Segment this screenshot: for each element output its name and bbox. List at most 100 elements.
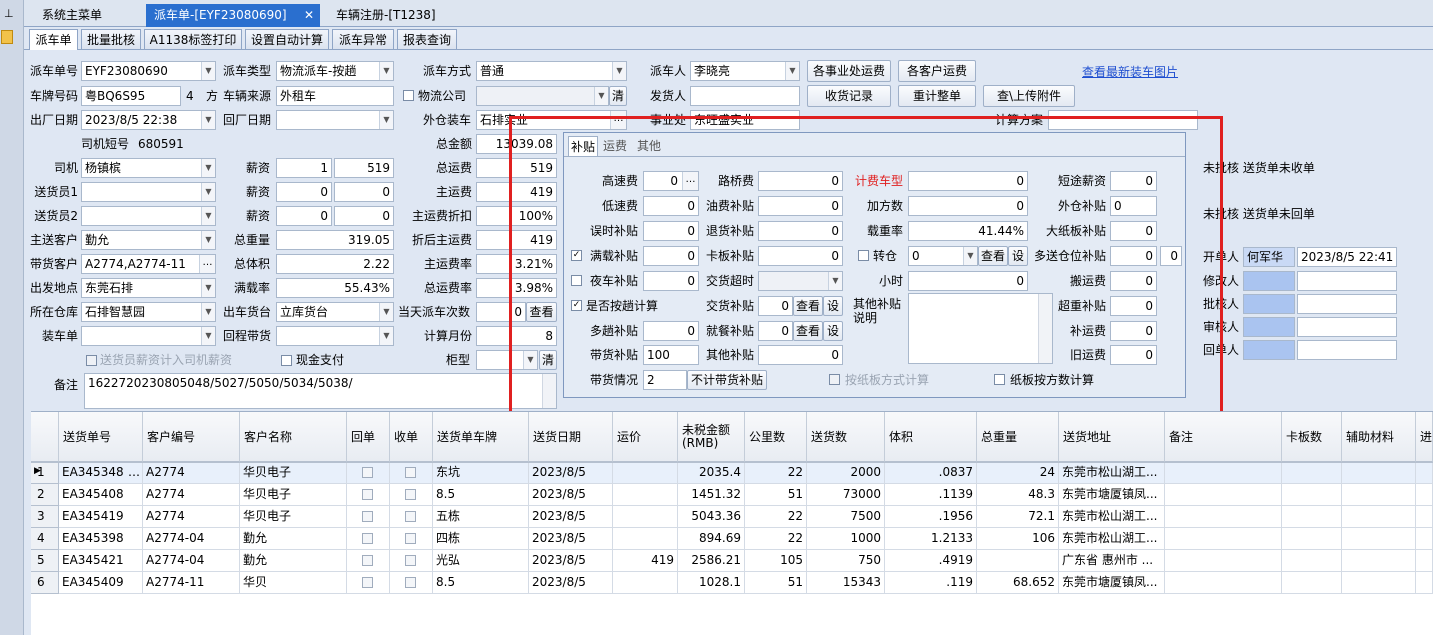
table-cell[interactable]: 24	[977, 462, 1059, 484]
table-cell[interactable]	[1165, 462, 1282, 484]
subtab-report[interactable]: 报表查询	[397, 29, 457, 49]
row-checkbox[interactable]	[405, 577, 416, 588]
deliverer1-salary-b[interactable]: 0	[334, 182, 394, 202]
window-tab-vehicle-register[interactable]: 车辆注册-[T1238]	[328, 5, 444, 25]
table-cell[interactable]	[347, 550, 390, 572]
row-checkbox[interactable]	[405, 533, 416, 544]
row-checkbox[interactable]	[362, 467, 373, 478]
table-cell[interactable]: 五栋	[433, 506, 529, 528]
row-checkbox[interactable]	[362, 489, 373, 500]
table-cell[interactable]: 106	[977, 528, 1059, 550]
dispatch-type-select[interactable]: 物流派车-按趟 ▼	[276, 61, 394, 81]
table-cell[interactable]: 51	[745, 484, 807, 506]
column-header[interactable]: 体积	[885, 412, 977, 462]
table-cell[interactable]	[390, 462, 433, 484]
table-cell[interactable]: 51	[745, 572, 807, 594]
window-tab-main-menu[interactable]: 系统主菜单	[34, 5, 110, 25]
table-cell[interactable]: A2774	[143, 484, 240, 506]
table-cell[interactable]: 750	[807, 550, 885, 572]
column-header[interactable]: 送货数	[807, 412, 885, 462]
table-cell[interactable]	[1282, 462, 1342, 484]
table-cell[interactable]: 894.69	[678, 528, 745, 550]
carry-customer-field[interactable]: A2774,A2774-11…	[81, 254, 216, 274]
table-cell[interactable]: 7500	[807, 506, 885, 528]
table-cell[interactable]: 勤允	[240, 550, 347, 572]
table-cell[interactable]: 8.5	[433, 572, 529, 594]
column-header[interactable]: 总重量	[977, 412, 1059, 462]
row-number[interactable]: 5	[31, 550, 59, 572]
returner-field[interactable]	[1243, 340, 1295, 360]
table-cell[interactable]: .119	[885, 572, 977, 594]
chevron-down-icon[interactable]: ▼	[379, 303, 393, 321]
table-cell[interactable]: A2774	[143, 506, 240, 528]
table-cell[interactable]: 2023/8/5	[529, 528, 613, 550]
table-cell[interactable]: 73000	[807, 484, 885, 506]
chevron-down-icon[interactable]: ▼	[379, 327, 393, 345]
table-cell[interactable]	[347, 572, 390, 594]
table-cell[interactable]	[1282, 528, 1342, 550]
chevron-down-icon[interactable]: ▼	[201, 231, 215, 249]
table-cell[interactable]: 2586.21	[678, 550, 745, 572]
table-cell[interactable]	[1282, 550, 1342, 572]
table-cell[interactable]: 1000	[807, 528, 885, 550]
return-time-field[interactable]	[1297, 340, 1397, 360]
chevron-down-icon[interactable]: ▼	[201, 279, 215, 297]
table-cell[interactable]	[1342, 528, 1416, 550]
table-cell[interactable]: 22	[745, 462, 807, 484]
modify-time-field[interactable]	[1297, 271, 1397, 291]
table-cell[interactable]	[1416, 462, 1433, 484]
chevron-down-icon[interactable]: ▼	[201, 303, 215, 321]
chevron-down-icon[interactable]: ▼	[201, 207, 215, 225]
table-cell[interactable]	[1165, 506, 1282, 528]
table-cell[interactable]	[613, 462, 678, 484]
window-tab-dispatch[interactable]: 派车单-[EYF23080690] ✕	[146, 4, 320, 27]
column-header[interactable]: 未税金额(RMB)	[678, 412, 745, 462]
table-cell[interactable]: 1.2133	[885, 528, 977, 550]
table-cell[interactable]	[390, 572, 433, 594]
table-cell[interactable]	[390, 528, 433, 550]
table-cell[interactable]	[1282, 484, 1342, 506]
table-cell[interactable]: 东莞市塘厦镇凤...	[1059, 484, 1165, 506]
column-header[interactable]: 备注	[1165, 412, 1282, 462]
close-icon[interactable]: ✕	[304, 4, 314, 26]
opener-field[interactable]: 何军华	[1243, 247, 1295, 267]
open-time-field[interactable]: 2023/8/5 22:41	[1297, 247, 1397, 267]
table-cell[interactable]: .1139	[885, 484, 977, 506]
table-cell[interactable]: 5043.36	[678, 506, 745, 528]
subtab-exception[interactable]: 派车异常	[332, 29, 394, 49]
table-cell[interactable]	[390, 550, 433, 572]
table-cell[interactable]: A2774-04	[143, 528, 240, 550]
table-cell[interactable]: 2023/8/5	[529, 462, 613, 484]
table-cell[interactable]: 22	[745, 528, 807, 550]
dispatch-mode-select[interactable]: 普通 ▼	[476, 61, 627, 81]
modifier-field[interactable]	[1243, 271, 1295, 291]
table-cell[interactable]: 2023/8/5	[529, 572, 613, 594]
table-cell[interactable]: 东莞市塘厦镇凤...	[1059, 572, 1165, 594]
table-cell[interactable]	[347, 528, 390, 550]
table-cell[interactable]	[347, 484, 390, 506]
table-cell[interactable]: 2023/8/5	[529, 550, 613, 572]
table-cell[interactable]: 勤允	[240, 528, 347, 550]
table-cell[interactable]: 8.5	[433, 484, 529, 506]
chevron-down-icon[interactable]: ▼	[785, 62, 799, 80]
table-cell[interactable]: 105	[745, 550, 807, 572]
total-volume-field[interactable]: 2.22	[276, 254, 394, 274]
deliverer2-select[interactable]: ▼	[81, 206, 216, 226]
table-cell[interactable]: EA345408	[59, 484, 143, 506]
departure-select[interactable]: 东莞石排 ▼	[81, 278, 216, 298]
driver-salary-a[interactable]: 1	[276, 158, 332, 178]
table-cell[interactable]: 419	[613, 550, 678, 572]
table-cell[interactable]: EA345409	[59, 572, 143, 594]
column-header[interactable]: 客户名称	[240, 412, 347, 462]
table-cell[interactable]	[613, 528, 678, 550]
deliverer1-select[interactable]: ▼	[81, 182, 216, 202]
logistics-company-select[interactable]: ▼	[476, 86, 609, 106]
table-cell[interactable]: 1028.1	[678, 572, 745, 594]
table-cell[interactable]: EA345419	[59, 506, 143, 528]
table-cell[interactable]: 2023/8/5	[529, 506, 613, 528]
table-cell[interactable]: 2023/8/5	[529, 484, 613, 506]
row-number[interactable]: 4	[31, 528, 59, 550]
table-cell[interactable]	[1416, 550, 1433, 572]
table-cell[interactable]	[1165, 550, 1282, 572]
table-cell[interactable]	[390, 506, 433, 528]
